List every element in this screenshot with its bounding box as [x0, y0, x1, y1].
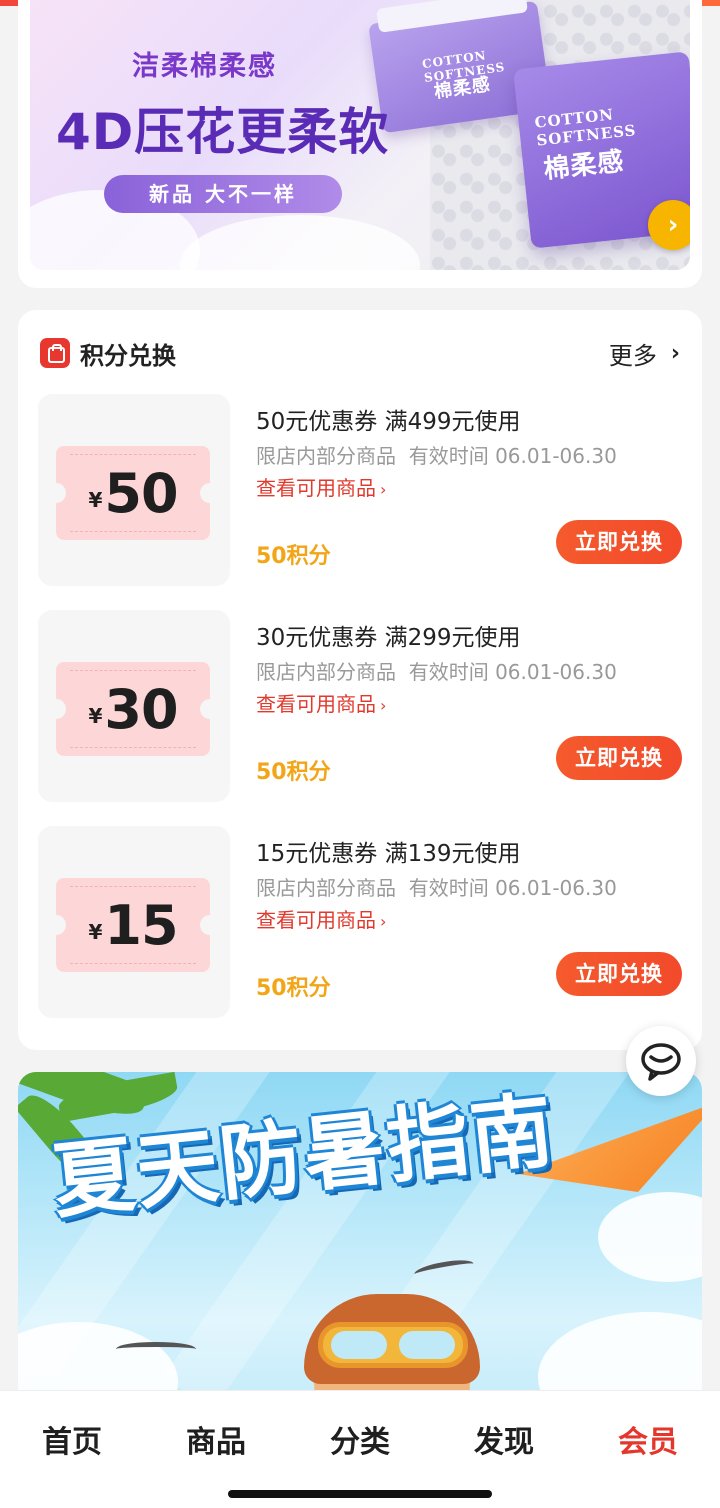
coupon-amount: 30 [104, 677, 178, 741]
tab-category[interactable]: 分类 [288, 1417, 432, 1461]
coupon-title: 50元优惠券 满499元使用 [256, 409, 521, 435]
view-products-link[interactable]: 查看可用商品 › [256, 904, 386, 933]
coupon-terms: 限店内部分商品 有效时间 06.01-06.30 [256, 656, 617, 685]
product-banner-card: COTTON SOFTNESS 棉柔感 COTTON SOFTNESS 棉柔感 … [18, 0, 702, 288]
currency-symbol: ¥ [88, 920, 103, 944]
chevron-right-icon: › [380, 480, 387, 499]
coupon-ticket: ¥ 15 [46, 878, 220, 972]
coupon-title: 30元优惠券 满299元使用 [256, 625, 521, 651]
banner-headline: 4D压花更柔软 [56, 103, 390, 161]
currency-symbol: ¥ [88, 488, 103, 512]
view-products-label: 查看可用商品 [256, 476, 376, 500]
coupon-item[interactable]: ¥ 50 50元优惠券 满499元使用 限店内部分商品 有效时间 06.01-0… [38, 394, 682, 586]
chevron-right-icon: › [380, 912, 387, 931]
customer-service-button[interactable] [626, 1026, 696, 1096]
banner-next-button[interactable]: › [648, 200, 690, 250]
banner-tagline: 洁柔棉柔感 [132, 51, 277, 82]
coupon-validity-label: 有效时间 [408, 876, 489, 900]
coupon-item[interactable]: ¥ 15 15元优惠券 满139元使用 限店内部分商品 有效时间 06.01-0… [38, 826, 682, 1018]
points-exchange-card: 积分兑换 更多 › ¥ 50 50元优惠券 满499元使用 限店内部分商品 有效… [18, 310, 702, 1050]
view-products-label: 查看可用商品 [256, 908, 376, 932]
coupon-thumbnail: ¥ 30 [38, 610, 230, 802]
chevron-right-icon: › [667, 210, 679, 240]
summer-cloud [538, 1312, 702, 1402]
chevron-right-icon: › [670, 340, 680, 366]
coupon-restriction: 限店内部分商品 [256, 876, 396, 900]
coupon-validity: 06.01-06.30 [495, 876, 617, 900]
coupon-terms: 限店内部分商品 有效时间 06.01-06.30 [256, 872, 617, 901]
coupon-ticket: ¥ 50 [46, 446, 220, 540]
summer-guide-banner[interactable]: 夏天防暑指南 [18, 1072, 702, 1402]
banner-pill: 新品 大不一样 [104, 175, 342, 213]
coupon-value: ¥ 50 [56, 446, 210, 540]
redeem-button[interactable]: 立即兑换 [556, 952, 682, 996]
coupon-value: ¥ 15 [56, 878, 210, 972]
coupon-item[interactable]: ¥ 30 30元优惠券 满299元使用 限店内部分商品 有效时间 06.01-0… [38, 610, 682, 802]
more-link[interactable]: 更多 › [609, 336, 680, 370]
tab-member[interactable]: 会员 [576, 1417, 720, 1461]
coupon-restriction: 限店内部分商品 [256, 444, 396, 468]
view-products-link[interactable]: 查看可用商品 › [256, 688, 386, 717]
section-title: 积分兑换 [80, 341, 176, 370]
coupon-amount: 15 [104, 893, 178, 957]
currency-symbol: ¥ [88, 704, 103, 728]
coupon-points: 50积分 [256, 976, 331, 1001]
coupon-terms: 限店内部分商品 有效时间 06.01-06.30 [256, 440, 617, 469]
summer-cloud [598, 1192, 702, 1282]
coupon-validity: 06.01-06.30 [495, 660, 617, 684]
seagull-image [116, 1342, 196, 1356]
chevron-right-icon: › [380, 696, 387, 715]
more-label: 更多 [608, 341, 657, 370]
coupon-thumbnail: ¥ 15 [38, 826, 230, 1018]
coupon-restriction: 限店内部分商品 [256, 660, 396, 684]
coupon-points: 50积分 [256, 760, 331, 785]
product-banner[interactable]: COTTON SOFTNESS 棉柔感 COTTON SOFTNESS 棉柔感 … [30, 0, 690, 270]
view-products-link[interactable]: 查看可用商品 › [256, 472, 386, 501]
coupon-validity-label: 有效时间 [408, 660, 489, 684]
banner-cloud [180, 215, 420, 270]
pack-label-cn: 棉柔感 [542, 146, 626, 185]
coupon-ticket: ¥ 30 [46, 662, 220, 756]
home-indicator[interactable] [228, 1490, 492, 1498]
shopping-bag-icon [40, 338, 70, 368]
section-header: 积分兑换 [40, 336, 176, 370]
tab-home[interactable]: 首页 [0, 1417, 144, 1461]
coupon-points: 50积分 [256, 544, 331, 569]
coupon-amount: 50 [104, 461, 178, 525]
coupon-thumbnail: ¥ 50 [38, 394, 230, 586]
coupon-title: 15元优惠券 满139元使用 [256, 841, 521, 867]
goggles-image [318, 1322, 468, 1368]
coupon-validity: 06.01-06.30 [495, 444, 617, 468]
redeem-button[interactable]: 立即兑换 [556, 520, 682, 564]
tab-products[interactable]: 商品 [144, 1417, 288, 1461]
chat-bubble-icon [641, 1043, 681, 1081]
view-products-label: 查看可用商品 [256, 692, 376, 716]
redeem-button[interactable]: 立即兑换 [556, 736, 682, 780]
tab-discover[interactable]: 发现 [432, 1417, 576, 1461]
coupon-validity-label: 有效时间 [408, 444, 489, 468]
coupon-value: ¥ 30 [56, 662, 210, 756]
